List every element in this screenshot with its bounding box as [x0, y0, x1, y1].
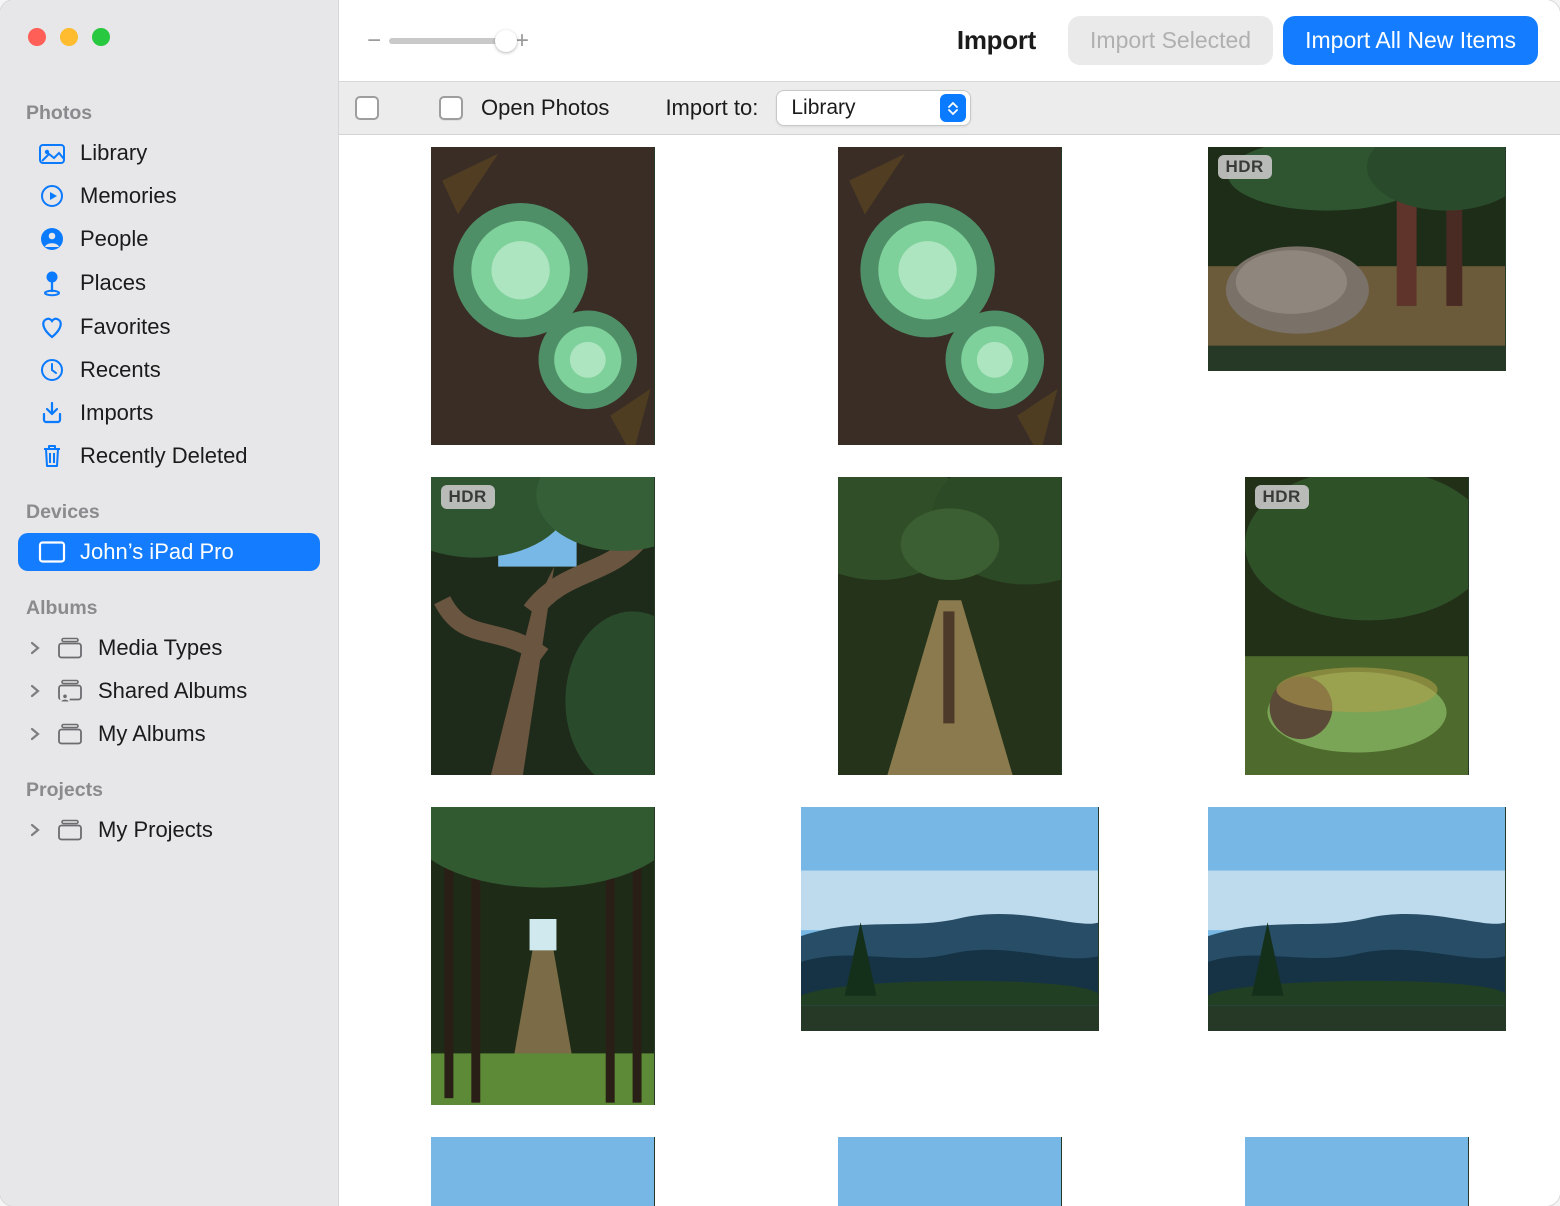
sidebar-item-label: Recents — [80, 357, 161, 383]
zoom-slider-group: − + — [367, 29, 529, 53]
photo-thumbnail[interactable] — [838, 1137, 1062, 1206]
select-all-checkbox[interactable] — [355, 96, 379, 120]
photo-grid: HDR HDR HDR — [339, 147, 1560, 1206]
sidebar-item-label: People — [80, 226, 149, 252]
import-to-value: Library — [791, 96, 935, 120]
sidebar-item-label: My Projects — [98, 817, 213, 843]
sidebar-item-label: Imports — [80, 400, 153, 426]
zoom-in-button[interactable]: + — [515, 29, 529, 53]
photo-thumbnail[interactable] — [1245, 1137, 1469, 1206]
sidebar-section-devices-label: Devices — [0, 491, 338, 530]
people-icon — [38, 226, 66, 252]
sidebar-item-places[interactable]: Places — [18, 263, 320, 303]
fullscreen-window-button[interactable] — [92, 28, 110, 46]
sidebar-item-label: Library — [80, 140, 147, 166]
sidebar-item-device-johns-ipad-pro[interactable]: John’s iPad Pro — [18, 533, 320, 571]
sidebar-item-my-projects[interactable]: My Projects — [18, 811, 320, 849]
stack-icon — [56, 723, 84, 745]
photo-thumbnail[interactable] — [431, 807, 655, 1105]
ipad-icon — [38, 541, 66, 563]
chevron-right-icon[interactable] — [30, 684, 46, 698]
stack-icon — [56, 637, 84, 659]
app-window: Photos Library Memories People Places — [0, 0, 1560, 1206]
stack-icon — [56, 819, 84, 841]
sidebar-section-albums-label: Albums — [0, 587, 338, 626]
window-traffic-lights — [0, 28, 338, 46]
photo-thumbnail[interactable] — [431, 1137, 655, 1206]
photo-thumbnail[interactable] — [1208, 807, 1506, 1031]
import-to-select[interactable]: Library — [776, 90, 970, 126]
shared-album-icon — [56, 679, 84, 703]
sidebar-section-projects-label: Projects — [0, 769, 338, 808]
import-to-label: Import to: — [665, 95, 758, 121]
import-icon — [38, 400, 66, 426]
sidebar-section-photos-label: Photos — [0, 92, 338, 131]
chevron-right-icon[interactable] — [30, 727, 46, 741]
photo-grid-scroll[interactable]: HDR HDR HDR — [339, 135, 1560, 1206]
places-icon — [38, 269, 66, 297]
sidebar-item-recently-deleted[interactable]: Recently Deleted — [18, 437, 320, 475]
import-all-new-items-button[interactable]: Import All New Items — [1283, 16, 1538, 65]
sidebar: Photos Library Memories People Places — [0, 0, 339, 1206]
photo-thumbnail[interactable] — [431, 147, 655, 445]
sidebar-item-imports[interactable]: Imports — [18, 394, 320, 432]
toolbar: − + Import Import Selected Import All Ne… — [339, 0, 1560, 82]
sidebar-item-label: Memories — [80, 183, 177, 209]
zoom-out-button[interactable]: − — [367, 29, 381, 53]
zoom-slider[interactable] — [389, 38, 507, 44]
photo-thumbnail[interactable] — [801, 807, 1099, 1031]
sidebar-item-media-types[interactable]: Media Types — [18, 629, 320, 667]
sidebar-item-label: Favorites — [80, 314, 170, 340]
hdr-badge: HDR — [1255, 485, 1309, 509]
chevron-right-icon[interactable] — [30, 641, 46, 655]
photo-thumbnail[interactable] — [838, 147, 1062, 445]
trash-icon — [38, 443, 66, 469]
photo-thumbnail[interactable]: HDR — [1208, 147, 1506, 371]
sidebar-item-label: Media Types — [98, 635, 222, 661]
library-icon — [38, 142, 66, 164]
sidebar-item-library[interactable]: Library — [18, 134, 320, 172]
sidebar-item-label: My Albums — [98, 721, 206, 747]
chevron-right-icon[interactable] — [30, 823, 46, 837]
sidebar-item-label: Recently Deleted — [80, 443, 248, 469]
photo-thumbnail[interactable] — [838, 477, 1062, 775]
hdr-badge: HDR — [1218, 155, 1272, 179]
sidebar-item-label: Places — [80, 270, 146, 296]
minimize-window-button[interactable] — [60, 28, 78, 46]
sidebar-item-favorites[interactable]: Favorites — [18, 308, 320, 346]
sidebar-item-people[interactable]: People — [18, 220, 320, 258]
heart-icon — [38, 315, 66, 339]
sidebar-item-my-albums[interactable]: My Albums — [18, 715, 320, 753]
hdr-badge: HDR — [441, 485, 495, 509]
sidebar-item-recents[interactable]: Recents — [18, 351, 320, 389]
clock-icon — [38, 357, 66, 383]
photo-thumbnail[interactable]: HDR — [1245, 477, 1469, 775]
sidebar-item-shared-albums[interactable]: Shared Albums — [18, 672, 320, 710]
memories-icon — [38, 183, 66, 209]
import-selected-button[interactable]: Import Selected — [1068, 16, 1273, 65]
zoom-slider-knob[interactable] — [495, 30, 517, 52]
photo-thumbnail[interactable]: HDR — [431, 477, 655, 775]
sidebar-item-memories[interactable]: Memories — [18, 177, 320, 215]
select-stepper-icon — [940, 94, 966, 122]
sidebar-item-label: Shared Albums — [98, 678, 247, 704]
page-title: Import — [957, 25, 1058, 56]
open-photos-checkbox[interactable] — [439, 96, 463, 120]
main-content: − + Import Import Selected Import All Ne… — [339, 0, 1560, 1206]
sidebar-item-label: John’s iPad Pro — [80, 539, 234, 565]
open-photos-label: Open Photos — [481, 95, 609, 121]
close-window-button[interactable] — [28, 28, 46, 46]
import-options-bar: Open Photos Import to: Library — [339, 82, 1560, 135]
